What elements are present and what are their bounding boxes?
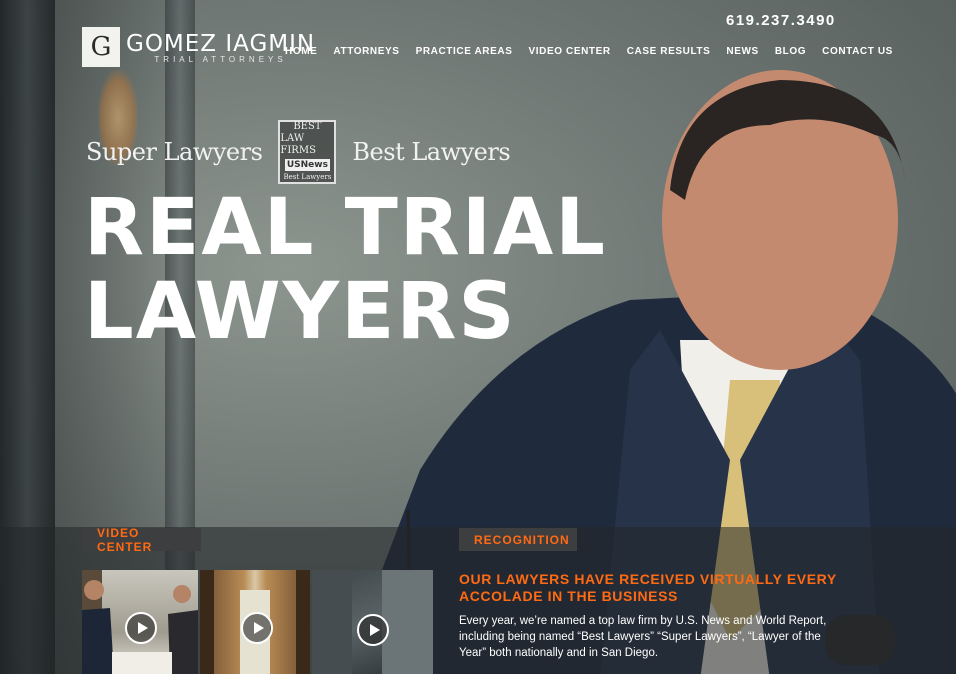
play-icon[interactable]: [241, 612, 273, 644]
best-law-firms-badge: BEST LAW FIRMS USNews Best Lawyers: [278, 120, 337, 184]
badge-line: LAW FIRMS: [280, 133, 316, 156]
nav-practice-areas[interactable]: PRACTICE AREAS: [416, 46, 513, 57]
video-thumbnail[interactable]: [200, 570, 310, 674]
hero-headline: REAL TRIAL LAWYERS: [84, 186, 607, 354]
nav-home[interactable]: HOME: [285, 46, 317, 57]
nav-contact-us[interactable]: CONTACT US: [822, 46, 893, 57]
video-thumbnail[interactable]: [82, 570, 198, 674]
super-lawyers-logo: Super Lawyers: [86, 138, 263, 166]
badge-line: USNews: [284, 159, 330, 171]
recognition-body: Every year, we’re named a top law firm b…: [459, 615, 827, 659]
main-nav: HOME ATTORNEYS PRACTICE AREAS VIDEO CENT…: [285, 46, 893, 57]
recognition-label: RECOGNITION: [459, 528, 577, 551]
play-icon[interactable]: [125, 612, 157, 644]
best-lawyers-logo: Best Lawyers: [352, 138, 511, 166]
brand-logo[interactable]: G GOMEZ IAGMIN TRIAL ATTORNEYS: [82, 27, 315, 67]
nav-attorneys[interactable]: ATTORNEYS: [333, 46, 399, 57]
nav-case-results[interactable]: CASE RESULTS: [627, 46, 711, 57]
logo-mark-icon: G: [82, 27, 120, 67]
nav-video-center[interactable]: VIDEO CENTER: [529, 46, 611, 57]
video-thumbnail[interactable]: [312, 570, 433, 674]
headline-line: LAWYERS: [84, 267, 517, 357]
video-center-label[interactable]: VIDEO CENTER: [82, 526, 201, 554]
badge-line: Best Lawyers: [283, 173, 332, 181]
phone-number[interactable]: 619.237.3490: [726, 12, 836, 29]
recognition-title: OUR LAWYERS HAVE RECEIVED VIRTUALLY EVER…: [459, 571, 837, 604]
nav-news[interactable]: NEWS: [726, 46, 758, 57]
nav-blog[interactable]: BLOG: [775, 46, 806, 57]
awards-row: Super Lawyers BEST LAW FIRMS USNews Best…: [86, 120, 511, 184]
play-icon[interactable]: [357, 614, 389, 646]
badge-line: BEST: [293, 121, 322, 132]
headline-line: REAL TRIAL: [84, 183, 607, 273]
